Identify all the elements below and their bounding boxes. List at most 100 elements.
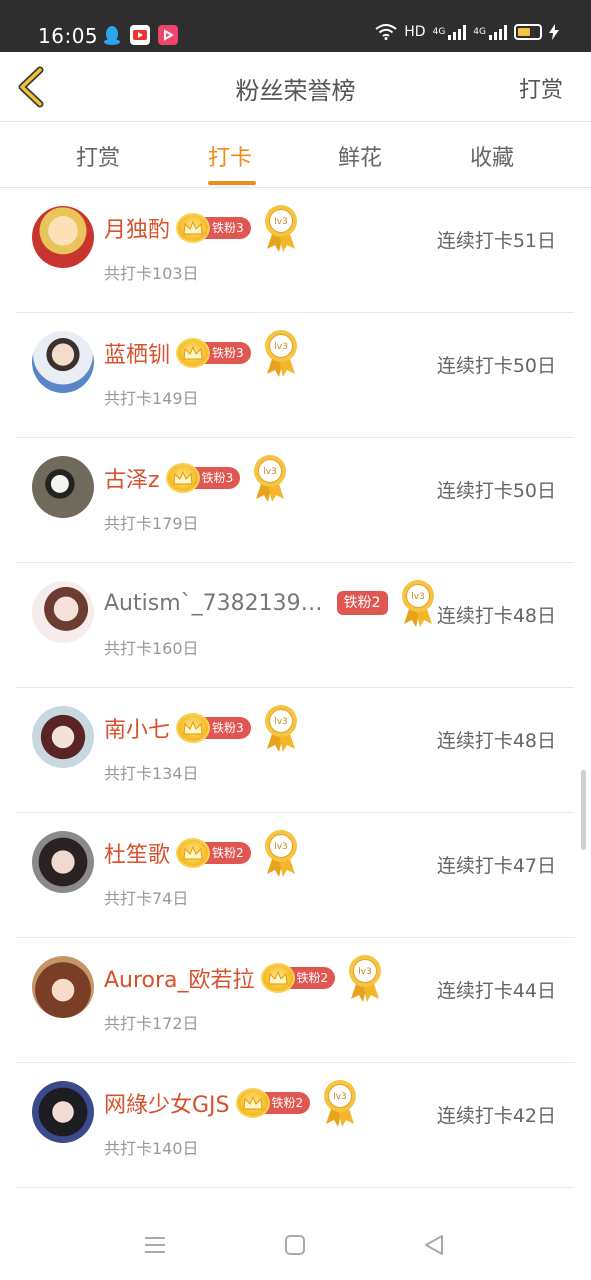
- tab-reward[interactable]: 打赏: [58, 140, 138, 172]
- play-app-icon: [158, 25, 178, 45]
- name-row: 古泽z 铁粉3 lv3: [104, 455, 288, 502]
- medal-level-text: lv3: [411, 592, 425, 602]
- fan-name: 南小七: [104, 718, 171, 743]
- name-row: 蓝栖钏 铁粉3 lv3: [104, 330, 299, 377]
- signal1-label: 4G: [432, 27, 446, 37]
- avatar[interactable]: [32, 1081, 94, 1143]
- list-item[interactable]: [16, 1188, 574, 1206]
- crown-icon: [235, 1088, 270, 1118]
- streak-checkin: 连续打卡48日: [436, 730, 556, 752]
- streak-checkin: 连续打卡51日: [436, 230, 556, 252]
- medal-lv3-icon: lv3: [254, 455, 287, 502]
- crown-icon: [176, 213, 211, 243]
- fan-level-badge: 铁粉3: [176, 713, 251, 743]
- menu-icon[interactable]: [140, 1230, 170, 1260]
- status-icons: HD 4G 4G: [375, 24, 559, 40]
- total-checkin: 共打卡74日: [104, 889, 189, 908]
- active-tab-indicator: [208, 181, 256, 185]
- fan-name: Autism`_7382139…: [104, 590, 323, 616]
- hd-label: HD: [404, 24, 426, 40]
- medal-lv3-icon: lv3: [264, 830, 297, 877]
- fan-name: 蓝栖钏: [104, 343, 171, 368]
- total-checkin: 共打卡149日: [104, 389, 199, 408]
- medal-lv3-icon: lv3: [324, 1080, 357, 1127]
- avatar[interactable]: [32, 206, 94, 268]
- signal2-label: 4G: [473, 27, 486, 37]
- streak-checkin: 连续打卡50日: [436, 480, 556, 502]
- medal-lv3-icon: lv3: [349, 955, 382, 1002]
- app-header: 粉丝荣誉榜 打赏: [0, 52, 591, 122]
- streak-checkin: 连续打卡47日: [436, 855, 556, 877]
- list-item[interactable]: 月独酌 铁粉3 lv3 共打卡103日 连续打卡51日: [16, 188, 574, 313]
- fan-level-badge: 铁粉3: [176, 338, 251, 368]
- crown-icon: [260, 963, 295, 993]
- status-time: 16:05: [38, 24, 99, 48]
- qq-icon: [102, 25, 122, 45]
- avatar[interactable]: [32, 831, 94, 893]
- avatar[interactable]: [32, 706, 94, 768]
- home-icon[interactable]: [280, 1230, 310, 1260]
- medal-lv3-icon: lv3: [264, 705, 297, 752]
- back-triangle-icon[interactable]: [420, 1230, 450, 1260]
- video-app-icon: [130, 25, 150, 45]
- signal-bars-icon: [489, 24, 507, 40]
- total-checkin: 共打卡134日: [104, 764, 199, 783]
- name-row: 网綠少女GJS 铁粉2 lv3: [104, 1080, 358, 1127]
- tab-label: 打赏: [75, 146, 120, 171]
- list-item[interactable]: Aurora_欧若拉 铁粉2 lv3 共打卡172日 连续打卡44日: [16, 938, 574, 1063]
- medal-lv3-icon: lv3: [264, 330, 297, 377]
- medal-level-text: lv3: [358, 967, 372, 977]
- list-item[interactable]: 南小七 铁粉3 lv3 共打卡134日 连续打卡48日: [16, 688, 574, 813]
- name-row: Aurora_欧若拉 铁粉2 lv3: [104, 955, 383, 1002]
- total-checkin: 共打卡103日: [104, 264, 199, 283]
- fan-name: 杜笙歌: [104, 843, 171, 868]
- list-item[interactable]: Autism`_7382139… 铁粉2 lv3 共打卡160日 连续打卡48日: [16, 563, 574, 688]
- total-checkin: 共打卡140日: [104, 1139, 199, 1158]
- fan-name: 网綠少女GJS: [104, 1093, 230, 1118]
- crown-icon: [176, 838, 211, 868]
- streak-checkin: 连续打卡44日: [436, 980, 556, 1002]
- fan-name: 古泽z: [104, 468, 160, 493]
- name-row: 月独酌 铁粉3 lv3: [104, 205, 299, 252]
- list-item[interactable]: 古泽z 铁粉3 lv3 共打卡179日 连续打卡50日: [16, 438, 574, 563]
- notification-icons: [102, 25, 178, 45]
- status-bar: 16:05 HD 4G 4G: [0, 0, 591, 52]
- total-checkin: 共打卡160日: [104, 639, 199, 658]
- medal-lv3-icon: lv3: [264, 205, 297, 252]
- name-row: 杜笙歌 铁粉2 lv3: [104, 830, 299, 877]
- medal-level-text: lv3: [333, 1092, 347, 1102]
- reward-button[interactable]: 打赏: [519, 72, 563, 104]
- system-nav-bar: [0, 1206, 591, 1280]
- tab-checkin[interactable]: 打卡: [190, 140, 270, 185]
- medal-level-text: lv3: [274, 842, 288, 852]
- charging-icon: [549, 24, 559, 40]
- page-title: 粉丝荣誉榜: [235, 77, 356, 105]
- scrollbar[interactable]: [581, 770, 586, 850]
- avatar[interactable]: [32, 456, 94, 518]
- avatar[interactable]: [32, 581, 94, 643]
- list-item[interactable]: 蓝栖钏 铁粉3 lv3 共打卡149日 连续打卡50日: [16, 313, 574, 438]
- streak-checkin: 连续打卡42日: [436, 1105, 556, 1127]
- tab-flowers[interactable]: 鲜花: [320, 140, 400, 172]
- crown-icon: [165, 463, 200, 493]
- streak-checkin: 连续打卡50日: [436, 355, 556, 377]
- list-item[interactable]: 杜笙歌 铁粉2 lv3 共打卡74日 连续打卡47日: [16, 813, 574, 938]
- medal-level-text: lv3: [263, 467, 277, 477]
- fan-level-badge: 铁粉2: [260, 963, 336, 993]
- medal-lv3-icon: lv3: [401, 580, 434, 627]
- avatar[interactable]: [32, 331, 94, 393]
- total-checkin: 共打卡179日: [104, 514, 199, 533]
- fan-level-badge: 铁粉2: [176, 838, 251, 868]
- fan-name: 月独酌: [104, 218, 171, 243]
- tab-label: 鲜花: [337, 146, 382, 171]
- tab-favorites[interactable]: 收藏: [452, 140, 532, 172]
- signal-bars-icon: [448, 24, 467, 40]
- tab-label: 收藏: [469, 146, 514, 171]
- name-row: Autism`_7382139… 铁粉2 lv3: [104, 580, 436, 627]
- avatar[interactable]: [32, 956, 94, 1018]
- fan-level-badge: 铁粉3: [176, 213, 251, 243]
- wifi-icon: [375, 24, 397, 40]
- list-item[interactable]: 网綠少女GJS 铁粉2 lv3 共打卡140日 连续打卡42日: [16, 1063, 574, 1188]
- fan-ranking-list: 月独酌 铁粉3 lv3 共打卡103日 连续打卡51日 蓝栖钏 铁粉3 lv3 …: [16, 188, 574, 1206]
- crown-icon: [176, 713, 211, 743]
